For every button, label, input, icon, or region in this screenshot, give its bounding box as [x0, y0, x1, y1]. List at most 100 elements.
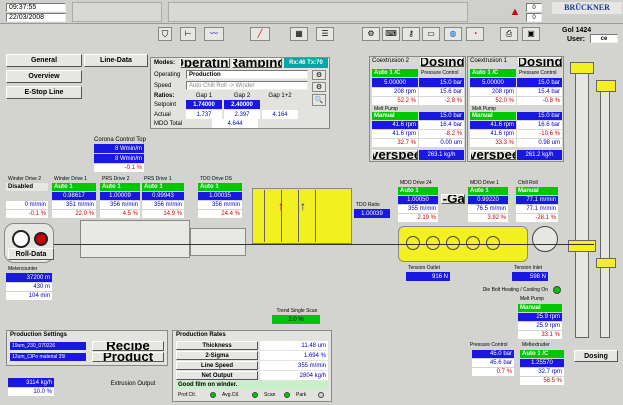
main-dosing-button[interactable]: Dosing — [574, 350, 618, 362]
clock-date: 22/03/2008 — [6, 13, 66, 22]
prs1-mode: Auto 1 — [142, 183, 184, 191]
mdo2-set[interactable]: 1.00050 — [398, 196, 438, 204]
prs1-title: PRS Drive 1 — [144, 176, 172, 182]
coex1-rpm2[interactable]: 41.6 rpm — [470, 121, 516, 129]
meltextruder-set[interactable]: 1.25570 — [520, 359, 564, 367]
coex2-bar-act: 15.6 bar — [419, 88, 464, 96]
operating-value[interactable]: Production — [186, 70, 308, 79]
tool-icon-key[interactable]: ⚷ — [402, 27, 420, 41]
coex1-output: 261.2 kg/h — [517, 150, 562, 160]
mdo-total-value: 4.644 — [212, 119, 258, 128]
coex2-dosing-button[interactable]: Dosing — [420, 57, 464, 67]
coex1-dev: -0.8 % — [517, 97, 562, 105]
tool-icon-box[interactable]: ▣ — [522, 27, 540, 41]
coex2-manual: Manual — [372, 112, 418, 120]
c-gap-button[interactable]: C-Gap — [441, 194, 465, 204]
operating-mode-button[interactable]: Operating — [180, 58, 230, 68]
line-speed-value: 355 m/min — [260, 361, 328, 370]
coex2-set[interactable]: 5.00000 — [372, 78, 418, 87]
chill-speed1[interactable]: 77.1 m/min — [516, 196, 558, 204]
coex2-bar-set[interactable]: 15.0 bar — [419, 78, 464, 87]
tool-icon-globe[interactable]: ◍ — [444, 27, 462, 41]
ramping-mode-button[interactable]: Ramping — [232, 58, 282, 68]
mdo-total-label: MDO Total — [154, 121, 183, 127]
tdo-ds-set[interactable]: 1.00035 — [198, 192, 242, 200]
nav-estop-button[interactable]: E-Stop Line — [6, 86, 82, 99]
coex1-thk: 0.98 um — [517, 139, 562, 147]
melt-pump-manual: Manual — [518, 304, 562, 312]
park-indicator: Park — [296, 391, 307, 398]
coex1-dosing-button[interactable]: Dosing — [518, 57, 562, 67]
setpoint-gap2[interactable]: 2.40000 — [224, 100, 260, 109]
tool-icon-chart[interactable]: ▦ — [290, 27, 308, 41]
clock-time: 09:37:55 — [6, 3, 66, 12]
tdo-section-graphic — [190, 228, 246, 256]
setpoint-label: Setpoint — [154, 102, 177, 108]
counter-top: 0 — [526, 3, 542, 12]
prod-settings-item1[interactable]: 19um_230_070226 — [10, 342, 86, 350]
tool-icon-monitor[interactable]: ▭ — [422, 27, 440, 41]
toolbar-separator — [168, 2, 468, 22]
tool-icon-screwdriver[interactable]: ⊢ — [180, 27, 196, 41]
mdo1-set[interactable]: 0.99220 — [468, 196, 508, 204]
prof-ctl-led — [210, 392, 216, 398]
extrusion-v1: 3114 kg/h — [8, 378, 54, 387]
metercounter-v1[interactable]: 37200 m — [6, 273, 52, 282]
modes-icon-b[interactable]: ⚙ — [312, 82, 326, 92]
winder1-set[interactable]: 0.98617 — [52, 192, 96, 200]
tension-outlet-title: Tension Outlet — [408, 265, 440, 271]
tool-icon-flow[interactable]: ⚙ — [362, 27, 380, 41]
metercounter-title: Metercounter — [8, 266, 38, 272]
winder2-speed: 0 m/min — [6, 201, 48, 209]
coex1-overspeed-button[interactable]: Overspeed — [470, 150, 516, 160]
tool-icon-list[interactable]: ☰ — [316, 27, 334, 41]
tool-icon-shield[interactable]: ⛉ — [158, 27, 172, 41]
modes-icon-a[interactable]: ⚙ — [312, 70, 326, 80]
mdo-roll-icon — [406, 236, 420, 250]
tdo-ratio-value: 1.00039 — [354, 209, 390, 218]
nav-overview-button[interactable]: Overview — [6, 70, 82, 83]
tdo-ds-title: TDO Drive DS — [200, 176, 232, 182]
tool-icon-keyboard[interactable]: ⌨ — [382, 27, 400, 41]
winder1-title: Winder Drive 1 — [54, 176, 88, 182]
nav-line-data-button[interactable]: Line-Data — [84, 54, 148, 67]
corona-top-v1[interactable]: 8 Wmin/m — [94, 144, 144, 153]
mdo1-speed: 76.5 m/min — [468, 205, 508, 213]
coex1-pct2: 33.3 % — [470, 139, 516, 147]
mdo1-title: MDO Drive 1 — [470, 180, 499, 186]
coex1-bar3[interactable]: 15.0 bar — [517, 112, 562, 120]
product-button[interactable]: Product — [92, 352, 164, 362]
coex2-mode: Auto 1 /C — [372, 69, 418, 77]
nav-general-button[interactable]: General — [6, 54, 82, 67]
coex1-bar-set[interactable]: 15.0 bar — [517, 78, 562, 87]
speed-value[interactable]: Auto Chill Roll -> Winder — [186, 81, 308, 90]
melt-pump-rpm1[interactable]: 25.9 rpm — [518, 313, 562, 321]
coex1-set[interactable]: 5.00000 — [470, 78, 516, 87]
chill-roll-icon — [532, 226, 558, 252]
roll-data-button[interactable]: Roll-Data — [8, 248, 54, 260]
winder1-mode: Auto 1 — [52, 183, 96, 191]
coex2-thk: 0.00 um — [419, 139, 464, 147]
coex1-manual: Manual — [470, 112, 516, 120]
coex2-rpm2[interactable]: 41.6 rpm — [372, 121, 418, 129]
prs2-set[interactable]: 1.00009 — [100, 192, 140, 200]
setpoint-gap1[interactable]: 1.74000 — [186, 100, 222, 109]
tool-icon-graph[interactable]: ╱ — [250, 27, 270, 41]
winder2-mode: Disabled — [6, 183, 48, 191]
metercounter-v2: 430 m — [6, 283, 52, 291]
operating-label: Operating — [154, 72, 181, 78]
alarm-icon[interactable]: ▲ — [508, 5, 522, 19]
tool-icon-gauge[interactable]: ◔ — [466, 27, 484, 41]
recipe-button[interactable]: Recipe — [92, 341, 164, 351]
tension-inlet-value: 598 N — [512, 272, 548, 281]
tool-icon-wave[interactable]: 〰 — [204, 27, 224, 41]
tool-icon-printer[interactable]: ⎙ — [500, 27, 518, 41]
prod-settings-item2[interactable]: 12um_ClPo material 35l — [10, 353, 86, 361]
coex2-bar3[interactable]: 15.0 bar — [419, 112, 464, 120]
prs1-set[interactable]: 0.99943 — [142, 192, 184, 200]
sigma-value: 1.694 % — [260, 351, 328, 360]
rx-tx-status: Rx:46 Tx:70 — [284, 58, 328, 68]
pressure-bar1[interactable]: 45.0 bar — [472, 350, 514, 358]
modes-icon-c[interactable]: 🔍 — [312, 94, 326, 106]
coex2-overspeed-button[interactable]: Overspeed — [372, 150, 418, 160]
